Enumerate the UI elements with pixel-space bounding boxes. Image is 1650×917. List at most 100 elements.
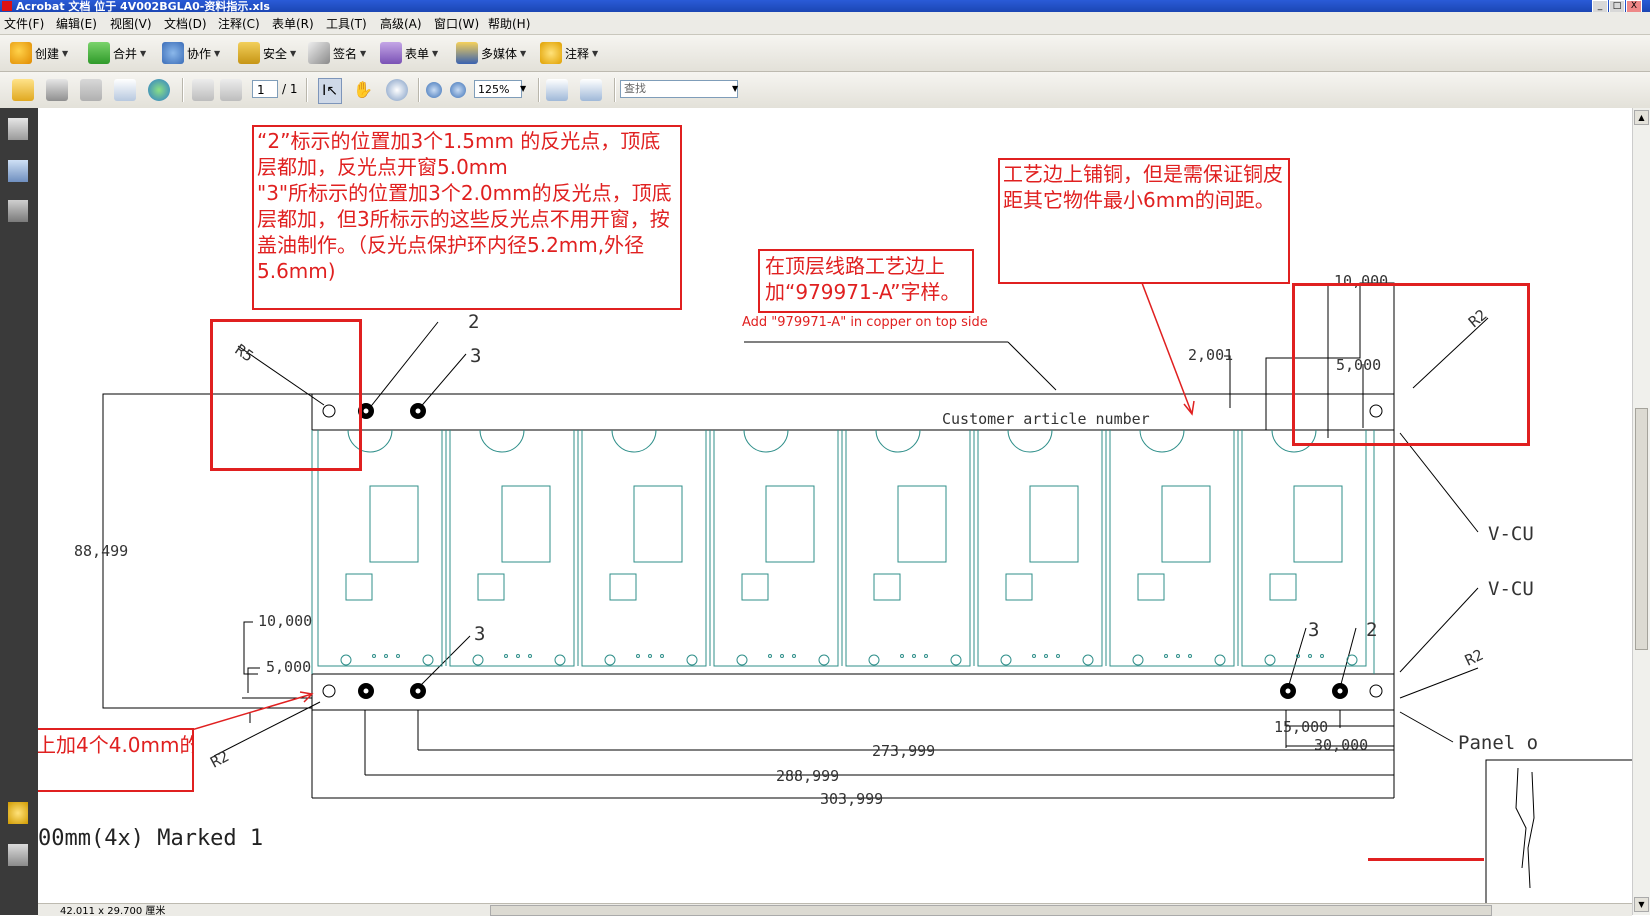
menu-edit[interactable]: 编辑(E): [56, 15, 97, 32]
document-view[interactable]: Customer article number 88,499 10,000 5,…: [38, 108, 1632, 903]
menu-view[interactable]: 视图(V): [110, 15, 152, 32]
horizontal-scrollbar[interactable]: [490, 905, 1492, 916]
fit-width-button[interactable]: [580, 78, 602, 102]
create-button[interactable]: 创建 ▼: [10, 41, 68, 65]
board-outline: [845, 430, 971, 667]
menu-forms[interactable]: 表单(R): [272, 15, 314, 32]
board-outline: [1241, 430, 1367, 667]
board-pad: [1264, 654, 1276, 666]
board-notch: [1139, 429, 1185, 453]
label-3-top: 3: [470, 345, 481, 367]
label-r2-left: R2: [207, 747, 231, 771]
find-input[interactable]: 查找: [620, 80, 738, 98]
board-via: [1056, 654, 1060, 658]
board-pad: [1082, 654, 1094, 666]
board-pad: [686, 654, 698, 666]
board-pad: [422, 654, 434, 666]
board-pad: [868, 654, 880, 666]
pages-icon[interactable]: [8, 118, 28, 140]
board-outline: [581, 430, 707, 667]
bookmarks-icon[interactable]: [8, 160, 28, 182]
menu-document[interactable]: 文档(D): [164, 15, 207, 32]
minimize-button[interactable]: _: [1592, 0, 1608, 12]
vcut-label-2: V-CU: [1488, 578, 1534, 600]
title-bar: Acrobat 文档 位于 4V002BGLA0-资料指示.xls _ □ X: [0, 0, 1650, 12]
board-component: [345, 573, 373, 601]
text-cursor-icon: I↖: [322, 83, 338, 99]
label-3-bottom-left: 3: [474, 623, 485, 645]
combine-label: 合并: [113, 46, 138, 61]
arrow-up-icon: [192, 79, 214, 101]
hand-tool-button[interactable]: ✋: [352, 78, 374, 102]
zoom-level-select[interactable]: 125%: [474, 80, 522, 98]
board-notch: [875, 429, 921, 453]
scroll-down-icon[interactable]: ▼: [1634, 897, 1649, 912]
menu-advanced[interactable]: 高级(A): [380, 15, 422, 32]
board-chip: [765, 485, 815, 563]
vertical-scrollbar[interactable]: ▲ ▼: [1632, 108, 1650, 915]
print-button[interactable]: [46, 78, 68, 102]
vcut-label-1: V-CU: [1488, 523, 1534, 545]
forms-button[interactable]: 表单 ▼: [380, 41, 438, 65]
menu-file[interactable]: 文件(F): [4, 15, 44, 32]
open-button[interactable]: [12, 78, 34, 102]
menu-tools[interactable]: 工具(T): [326, 15, 367, 32]
holes-note[interactable]: 上加4个4.0mm的: [38, 728, 194, 792]
email-icon: [114, 79, 136, 101]
collaborate-label: 协作: [187, 46, 212, 61]
menu-comment[interactable]: 注释(C): [218, 15, 260, 32]
fit-page-button[interactable]: [546, 78, 568, 102]
secure-button[interactable]: 安全 ▼: [238, 41, 296, 65]
page-number-input[interactable]: 1: [252, 80, 278, 98]
board-pad: [736, 654, 748, 666]
combine-button[interactable]: 合并 ▼: [88, 41, 146, 65]
board-via: [792, 654, 796, 658]
part-number-note[interactable]: 在顶层线路工艺边上加“979971-A”字样。: [758, 249, 974, 313]
board-notch: [743, 429, 789, 453]
sign-button[interactable]: 签名 ▼: [308, 41, 366, 65]
board-outline: [713, 430, 839, 667]
menu-window[interactable]: 窗口(W): [434, 15, 479, 32]
collaborate-button[interactable]: 协作 ▼: [162, 41, 220, 65]
zoom-dropdown-icon[interactable]: ▼: [520, 84, 526, 93]
multimedia-icon: [456, 42, 478, 64]
next-page-button[interactable]: [220, 78, 242, 102]
comment-label: 注释: [565, 46, 590, 61]
label-2-top: 2: [468, 311, 479, 333]
scroll-thumb[interactable]: [1635, 408, 1648, 650]
copper-edge-note[interactable]: 工艺边上铺铜，但是需保证铜皮距其它物件最小6mm的间距。: [998, 158, 1290, 284]
comments-icon[interactable]: [8, 802, 28, 824]
menu-help[interactable]: 帮助(H): [488, 15, 530, 32]
forms-icon: [380, 42, 402, 64]
zoom-out-button[interactable]: [426, 78, 442, 102]
close-button[interactable]: X: [1626, 0, 1642, 12]
fiducial-note[interactable]: “2”标示的位置加3个1.5mm 的反光点，顶底层都加，反光点开窗5.0mm "…: [252, 125, 682, 310]
zoom-tool-button[interactable]: [386, 78, 408, 102]
signatures-icon[interactable]: [8, 200, 28, 222]
dim-15000: 15,000: [1274, 718, 1328, 736]
board-pad: [340, 654, 352, 666]
maximize-button[interactable]: □: [1609, 0, 1625, 12]
email-button[interactable]: [114, 78, 136, 102]
part-number-note-english: Add "979971-A" in copper on top side: [742, 315, 988, 330]
select-tool-button[interactable]: I↖: [318, 78, 342, 104]
attachments-icon[interactable]: [8, 844, 28, 866]
save-button[interactable]: [80, 78, 102, 102]
board-via: [1188, 654, 1192, 658]
board-via: [528, 654, 532, 658]
prev-page-button[interactable]: [192, 78, 214, 102]
red-mark-bottom: [1368, 858, 1484, 861]
zoom-in-button[interactable]: [450, 78, 466, 102]
navigation-toolbar: 1 / 1 I↖ ✋ 125% ▼ 查找 ▼: [0, 72, 1650, 109]
web-button[interactable]: [148, 78, 170, 102]
board-chip: [897, 485, 947, 563]
board-via: [516, 654, 520, 658]
board-component: [477, 573, 505, 601]
scroll-up-icon[interactable]: ▲: [1634, 110, 1649, 125]
dim-273999: 273,999: [872, 742, 935, 760]
comment-button[interactable]: 注释 ▼: [540, 41, 598, 65]
fit-width-icon: [580, 79, 602, 101]
find-dropdown-icon[interactable]: ▼: [732, 84, 738, 93]
zoom-in-icon: [450, 82, 466, 98]
multimedia-button[interactable]: 多媒体 ▼: [456, 41, 526, 65]
